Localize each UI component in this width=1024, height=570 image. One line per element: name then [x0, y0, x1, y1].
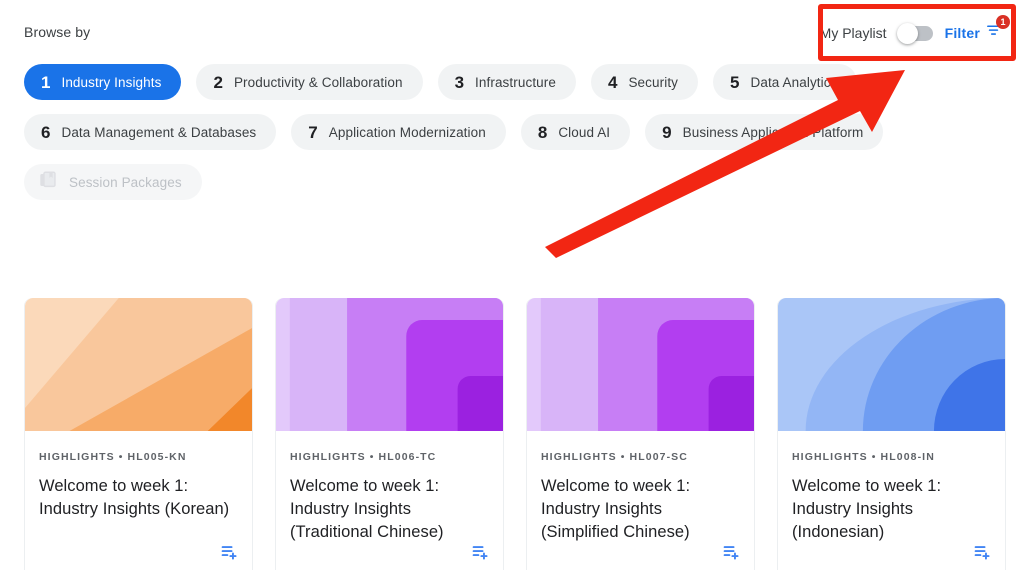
session-card[interactable]: HIGHLIGHTS • HL008-IN Welcome to week 1:…	[777, 298, 1006, 570]
chip-cloud-ai[interactable]: 8 Cloud AI	[520, 114, 631, 150]
card-artwork-blue-concentric-arcs	[778, 298, 1005, 431]
card-body: HIGHLIGHTS • HL008-IN Welcome to week 1:…	[778, 431, 1005, 543]
card-body: HIGHLIGHTS • HL005-KN Welcome to week 1:…	[25, 431, 252, 521]
card-artwork-orange-diagonal-stripes	[25, 298, 252, 431]
chip-number: 5	[730, 72, 740, 92]
card-artwork-purple-nested-squares	[527, 298, 754, 431]
playlist-add-icon[interactable]	[471, 542, 491, 562]
card-title: Welcome to week 1: Industry Insights (Tr…	[290, 477, 444, 541]
chip-infrastructure[interactable]: 3 Infrastructure	[437, 64, 576, 100]
chip-security[interactable]: 4 Security	[590, 64, 699, 100]
chip-number: 9	[662, 122, 672, 142]
chip-row-3: Session Packages	[24, 164, 1000, 200]
chip-data-management-databases[interactable]: 6 Data Management & Databases	[24, 114, 277, 150]
my-playlist-label: My Playlist	[819, 25, 887, 41]
chip-number: 8	[537, 122, 548, 142]
card-title: Welcome to week 1: Industry Insights (Ko…	[39, 477, 230, 518]
page-root: Browse by My Playlist Filter 1 1 Industr…	[0, 0, 1024, 570]
chip-row-1: 1 Industry Insights 2 Productivity & Col…	[24, 64, 1000, 100]
chip-number: 4	[607, 72, 618, 92]
chip-label: Productivity & Collaboration	[233, 74, 403, 90]
chip-number: 1	[41, 72, 51, 92]
chip-application-modernization[interactable]: 7 Application Modernization	[291, 114, 506, 150]
card-body: HIGHLIGHTS • HL006-TC Welcome to week 1:…	[276, 431, 503, 543]
card-meta: HIGHLIGHTS • HL005-KN	[39, 451, 187, 463]
playlist-add-icon[interactable]	[973, 542, 993, 562]
chip-number: 3	[454, 72, 465, 92]
my-playlist-toggle[interactable]	[896, 22, 933, 44]
chip-number: 6	[41, 122, 51, 142]
card-meta: HIGHLIGHTS • HL008-IN	[792, 451, 935, 463]
chip-label: Industry Insights	[61, 74, 162, 90]
toggle-knob	[896, 22, 918, 44]
card-body: HIGHLIGHTS • HL007-SC Welcome to week 1:…	[527, 431, 754, 543]
chip-data-analytics[interactable]: 5 Data Analytics	[713, 64, 858, 100]
session-packages-icon	[38, 169, 60, 196]
chip-label: Business Application Platform	[682, 124, 864, 140]
card-meta: HIGHLIGHTS • HL006-TC	[290, 451, 437, 463]
chip-label: Infrastructure	[475, 74, 556, 90]
card-title: Welcome to week 1: Industry Insights (Si…	[541, 477, 691, 541]
chip-industry-insights[interactable]: 1 Industry Insights	[24, 64, 182, 100]
chip-label: Security	[628, 74, 679, 90]
chip-label: Cloud AI	[558, 124, 611, 140]
playlist-add-icon[interactable]	[220, 542, 240, 562]
card-artwork-purple-nested-squares	[276, 298, 503, 431]
playlist-filter-controls: My Playlist Filter 1	[819, 15, 1010, 49]
chip-session-packages[interactable]: Session Packages	[24, 164, 202, 200]
chip-number: 2	[213, 72, 223, 92]
chip-label: Application Modernization	[328, 124, 486, 140]
chip-label: Data Management & Databases	[61, 124, 257, 140]
chip-label: Data Analytics	[750, 74, 838, 90]
session-card[interactable]: HIGHLIGHTS • HL006-TC Welcome to week 1:…	[275, 298, 504, 570]
filter-label: Filter	[944, 25, 980, 41]
session-card[interactable]: HIGHLIGHTS • HL007-SC Welcome to week 1:…	[526, 298, 755, 570]
playlist-add-icon[interactable]	[722, 542, 742, 562]
chip-productivity-collaboration[interactable]: 2 Productivity & Collaboration	[196, 64, 423, 100]
chip-row-2: 6 Data Management & Databases 7 Applicat…	[24, 114, 1000, 150]
browse-by-label: Browse by	[24, 24, 91, 40]
filter-button[interactable]: Filter 1	[944, 15, 1010, 44]
category-chip-groups: 1 Industry Insights 2 Productivity & Col…	[24, 64, 1000, 214]
card-meta: HIGHLIGHTS • HL007-SC	[541, 451, 688, 463]
session-card[interactable]: HIGHLIGHTS • HL005-KN Welcome to week 1:…	[24, 298, 253, 570]
card-title: Welcome to week 1: Industry Insights (In…	[792, 477, 942, 541]
chip-number: 7	[308, 122, 318, 142]
session-card-grid: HIGHLIGHTS • HL005-KN Welcome to week 1:…	[24, 298, 1006, 570]
chip-business-application-platform[interactable]: 9 Business Application Platform	[645, 114, 884, 150]
chip-label: Session Packages	[69, 174, 182, 190]
filter-badge-count: 1	[996, 15, 1010, 29]
